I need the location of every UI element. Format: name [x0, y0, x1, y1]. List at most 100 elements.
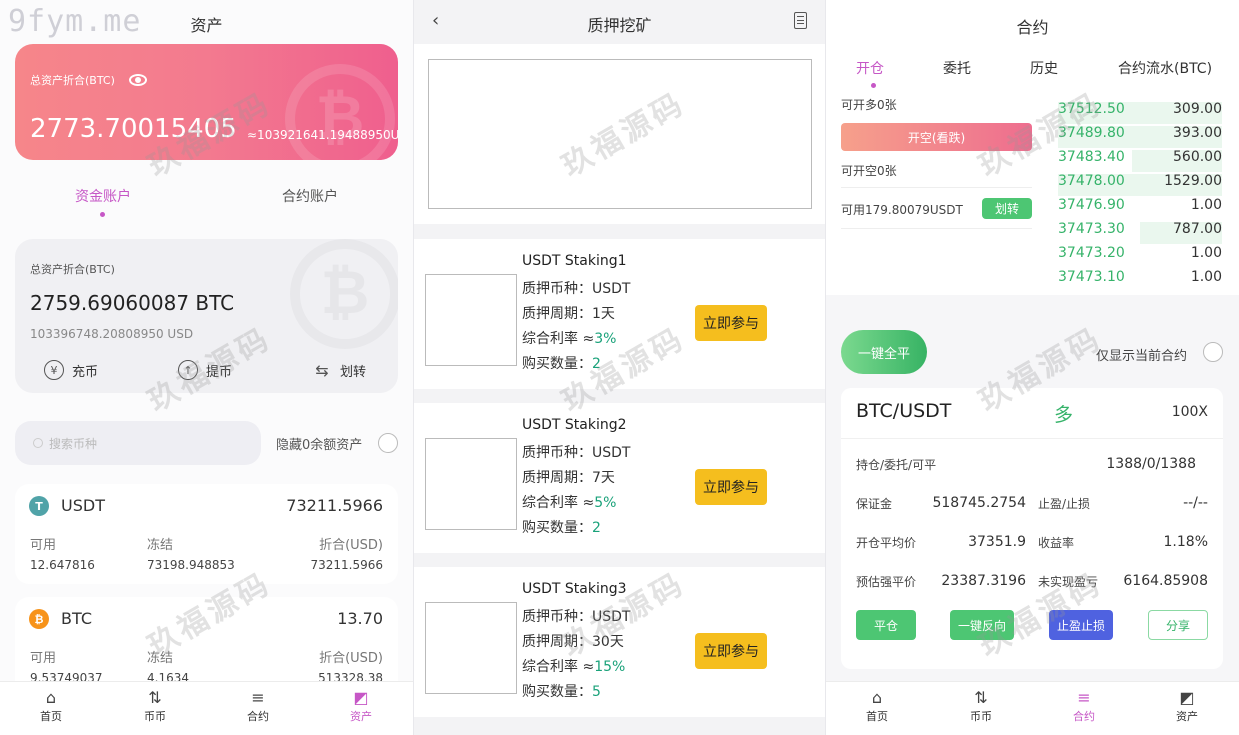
transfer-button[interactable]: ⇆ 划转 [312, 360, 366, 380]
field-value: 5% [594, 495, 617, 511]
field-value: 3% [594, 331, 617, 347]
hide-zero-label: 隐藏0余额资产 [276, 438, 363, 453]
field-value: 30天 [592, 634, 624, 650]
nav-contract[interactable]: ≡ 合约 [228, 688, 288, 724]
orderbook-price: 37483.40 [1058, 149, 1125, 165]
wallet-icon: ◩ [353, 688, 369, 707]
margin-value: 518745.2754 [932, 495, 1026, 511]
tpsl-button[interactable]: 止盈止损 [1049, 610, 1113, 640]
field-label: 质押币种： [522, 281, 592, 297]
staking-image [425, 438, 517, 530]
field-label: 购买数量： [522, 356, 592, 372]
orderbook-row[interactable]: 37483.40 560.00 [1058, 149, 1222, 172]
wallet-total-label: 总资产折合(BTC) [30, 263, 115, 276]
staking-rate: 综合利率 ≈15% [522, 656, 625, 676]
nav-label: 首页 [866, 710, 888, 723]
orderbook-qty: 1.00 [1190, 197, 1222, 213]
staking-item: USDT Staking2 质押币种：USDT 质押周期：7天 综合利率 ≈5%… [414, 403, 825, 553]
usd-value: 73211.5966 [310, 558, 383, 572]
nav-label: 首页 [40, 710, 62, 723]
contract-icon: ≡ [251, 688, 265, 707]
field-value: 2 [592, 520, 601, 536]
transfer-label: 划转 [340, 364, 367, 380]
nav-assets[interactable]: ◩ 资产 [1157, 688, 1217, 724]
eye-icon[interactable] [128, 74, 147, 86]
total-assets-card: ₿ 总资产折合(BTC) 2773.70015405 ≈103921641.19… [15, 44, 398, 160]
search-placeholder: 搜索币种 [49, 436, 98, 451]
join-button[interactable]: 立即参与 [695, 305, 767, 341]
field-label: 质押币种： [522, 445, 592, 461]
leverage: 100X [1171, 404, 1208, 420]
close-position-button[interactable]: 平仓 [856, 610, 916, 640]
coin-balance: 73211.5966 [286, 496, 383, 515]
page-title: 资产 [190, 16, 223, 35]
join-button[interactable]: 立即参与 [695, 633, 767, 669]
wallet-icon: ◩ [1179, 688, 1195, 707]
pnl-label: 未实现盈亏 [1038, 575, 1099, 589]
orderbook-qty: 1.00 [1190, 245, 1222, 261]
frozen-label: 冻结 [147, 651, 174, 666]
hide-zero-toggle[interactable] [378, 433, 398, 453]
share-button[interactable]: 分享 [1148, 610, 1208, 640]
available-balance: 可用179.80079USDT [841, 203, 963, 217]
orderbook-price: 37473.30 [1058, 221, 1125, 237]
margin-label: 保证金 [856, 497, 893, 511]
nav-home[interactable]: ⌂ 首页 [21, 688, 81, 724]
deposit-button[interactable]: ¥ 充币 [44, 360, 98, 380]
tab-orders[interactable]: 委托 [943, 58, 971, 78]
field-label: 质押周期： [522, 470, 592, 486]
nav-contract[interactable]: ≡ 合约 [1054, 688, 1114, 724]
nav-assets[interactable]: ◩ 资产 [331, 688, 391, 724]
reverse-button[interactable]: 一键反向 [950, 610, 1014, 640]
orderbook-row[interactable]: 37473.10 1.00 [1058, 269, 1222, 292]
hold-label: 持仓/委托/可平 [856, 458, 937, 472]
join-button[interactable]: 立即参与 [695, 469, 767, 505]
available-label: 可用 [30, 651, 57, 666]
tab-funding-account[interactable]: 资金账户 [75, 186, 131, 206]
tab-open[interactable]: 开仓 [856, 58, 884, 78]
orderbook-row[interactable]: 37489.80 393.00 [1058, 125, 1222, 148]
nav-exchange[interactable]: ⇅ 币币 [125, 688, 185, 724]
bottom-nav: ⌂ 首页 ⇅ 币币 ≡ 合约 ◩ 资产 [0, 681, 413, 735]
home-icon: ⌂ [45, 688, 57, 707]
field-label: 质押周期： [522, 634, 592, 650]
field-value: 5 [592, 684, 601, 700]
document-icon[interactable] [794, 12, 807, 29]
liq-price-value: 23387.3196 [941, 573, 1026, 589]
staking-image [425, 602, 517, 694]
close-all-button[interactable]: 一键全平 [841, 330, 927, 374]
open-short-button[interactable]: 开空(看跌) [841, 123, 1032, 151]
orderbook-price: 37512.50 [1058, 101, 1125, 117]
back-arrow-icon[interactable]: ‹ [432, 10, 439, 31]
show-current-toggle[interactable] [1203, 342, 1223, 362]
deposit-label: 充币 [72, 364, 99, 380]
tab-history[interactable]: 历史 [1030, 58, 1058, 78]
active-tab-dot [100, 212, 105, 217]
field-label: 综合利率 ≈ [522, 331, 595, 347]
pnl-value: 6164.85908 [1123, 573, 1208, 589]
orderbook-row[interactable]: 37476.90 1.00 [1058, 197, 1222, 220]
withdraw-button[interactable]: ↑ 提币 [178, 360, 232, 380]
orderbook-row[interactable]: 37512.50 309.00 [1058, 101, 1222, 124]
nav-exchange[interactable]: ⇅ 币币 [951, 688, 1011, 724]
orderbook-price: 37478.00 [1058, 173, 1125, 189]
nav-home[interactable]: ⌂ 首页 [847, 688, 907, 724]
tab-flow[interactable]: 合约流水(BTC) [1118, 58, 1212, 78]
orderbook-row[interactable]: 37473.30 787.00 [1058, 221, 1222, 244]
banner-image [428, 59, 812, 209]
nav-label: 合约 [247, 710, 269, 723]
field-label: 质押币种： [522, 609, 592, 625]
avg-price-value: 37351.9 [968, 534, 1026, 550]
transfer-button[interactable]: 划转 [982, 198, 1032, 219]
nav-label: 币币 [144, 710, 166, 723]
tab-contract-account[interactable]: 合约账户 [282, 186, 338, 206]
orderbook-row[interactable]: 37478.00 1529.00 [1058, 173, 1222, 196]
page-title: 合约 [1016, 18, 1049, 37]
wallet-total-usd: 103396748.20808950 USD [30, 327, 194, 341]
search-input[interactable]: 搜索币种 [15, 421, 261, 465]
orderbook-row[interactable]: 37473.20 1.00 [1058, 245, 1222, 268]
exchange-icon: ⇅ [148, 688, 162, 707]
orderbook-price: 37489.80 [1058, 125, 1125, 141]
home-icon: ⌂ [871, 688, 883, 707]
coin-card-usdt[interactable]: T USDT 73211.5966 可用 冻结 折合(USD) 12.64781… [15, 484, 398, 584]
